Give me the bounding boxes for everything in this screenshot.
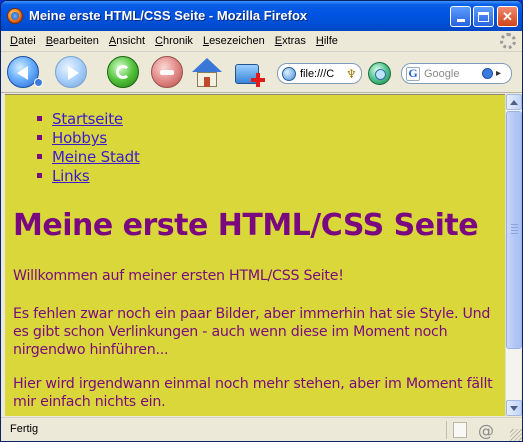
reload-button[interactable] xyxy=(107,56,139,88)
menu-bar: Datei Bearbeiten Ansicht Chronik Lesezei… xyxy=(1,31,522,52)
stop-button[interactable] xyxy=(151,56,183,88)
address-input[interactable]: file:///C xyxy=(300,68,344,80)
link-links[interactable]: Links xyxy=(52,167,90,185)
maximize-button[interactable] xyxy=(473,6,494,27)
menu-hilfe[interactable]: Hilfe xyxy=(311,35,343,47)
search-go-icon[interactable] xyxy=(482,68,493,79)
menu-lesezeichen[interactable]: Lesezeichen xyxy=(198,35,270,47)
google-engine-icon[interactable]: G xyxy=(406,66,420,81)
address-bar[interactable]: file:///C ♆ xyxy=(277,63,362,84)
status-text: Fertig xyxy=(10,423,39,435)
chevron-right-icon[interactable]: ▸ xyxy=(496,68,501,79)
page-title: Meine erste HTML/CSS Seite xyxy=(13,208,479,243)
home-icon xyxy=(192,58,222,72)
page-content: Startseite Hobbys Meine Stadt Links Mein… xyxy=(5,94,505,416)
firefox-icon xyxy=(7,8,23,24)
back-history-dropdown[interactable] xyxy=(34,78,43,87)
list-item: Meine Stadt xyxy=(35,147,140,166)
menu-bearbeiten[interactable]: Bearbeiten xyxy=(41,35,104,47)
scrollbar-thumb[interactable] xyxy=(506,111,522,349)
status-divider xyxy=(446,421,447,439)
at-sign-icon[interactable]: @ xyxy=(478,421,494,440)
menu-ansicht[interactable]: Ansicht xyxy=(104,35,150,47)
site-navigation: Startseite Hobbys Meine Stadt Links xyxy=(35,109,140,185)
close-icon: ✕ xyxy=(502,8,513,24)
home-button[interactable] xyxy=(191,57,223,89)
title-bar[interactable]: Meine erste HTML/CSS Seite - Mozilla Fir… xyxy=(1,1,522,31)
close-button[interactable]: ✕ xyxy=(497,6,518,27)
browser-window: Meine erste HTML/CSS Seite - Mozilla Fir… xyxy=(0,0,523,442)
page-icon[interactable] xyxy=(453,422,467,438)
intro-paragraph: Es fehlen zwar noch ein paar Bilder, abe… xyxy=(13,306,491,358)
minimize-button[interactable] xyxy=(450,6,471,27)
list-item: Startseite xyxy=(35,109,140,128)
window-title: Meine erste HTML/CSS Seite - Mozilla Fir… xyxy=(29,8,308,23)
site-identity-icon xyxy=(282,66,296,81)
menu-extras[interactable]: Extras xyxy=(270,35,311,47)
list-item: Links xyxy=(35,166,140,185)
closing-paragraph: Hier wird irgendwann einmal noch mehr st… xyxy=(13,376,493,410)
list-item: Hobbys xyxy=(35,128,140,147)
scroll-up-button[interactable] xyxy=(506,94,522,110)
welcome-paragraph: Willkommen auf meiner ersten HTML/CSS Se… xyxy=(13,268,344,284)
link-hobbys[interactable]: Hobbys xyxy=(52,129,107,147)
menu-datei[interactable]: Datei xyxy=(5,35,41,47)
search-input[interactable]: Google xyxy=(424,68,480,80)
link-startseite[interactable]: Startseite xyxy=(52,110,123,128)
search-bar[interactable]: G Google ▸ xyxy=(401,63,512,84)
link-meine-stadt[interactable]: Meine Stadt xyxy=(52,148,140,166)
resize-grip[interactable] xyxy=(510,429,522,441)
stop-icon xyxy=(160,70,174,75)
maximize-icon xyxy=(478,11,489,22)
back-arrow-icon xyxy=(17,66,28,80)
plus-icon xyxy=(251,73,265,87)
rss-feed-icon[interactable]: ♆ xyxy=(346,67,357,81)
vertical-scrollbar[interactable] xyxy=(505,94,522,416)
activity-throbber-icon xyxy=(500,33,516,49)
forward-button[interactable] xyxy=(55,56,87,88)
go-button[interactable] xyxy=(368,62,391,85)
minimize-icon xyxy=(456,19,465,22)
add-bookmark-button[interactable] xyxy=(233,58,265,88)
forward-arrow-icon xyxy=(68,66,79,80)
chevron-up-icon xyxy=(510,99,518,105)
status-bar: Fertig @ xyxy=(1,417,522,441)
reload-icon xyxy=(116,65,130,79)
chevron-down-icon xyxy=(510,405,518,411)
menu-chronik[interactable]: Chronik xyxy=(150,35,198,47)
scroll-down-button[interactable] xyxy=(506,400,522,416)
